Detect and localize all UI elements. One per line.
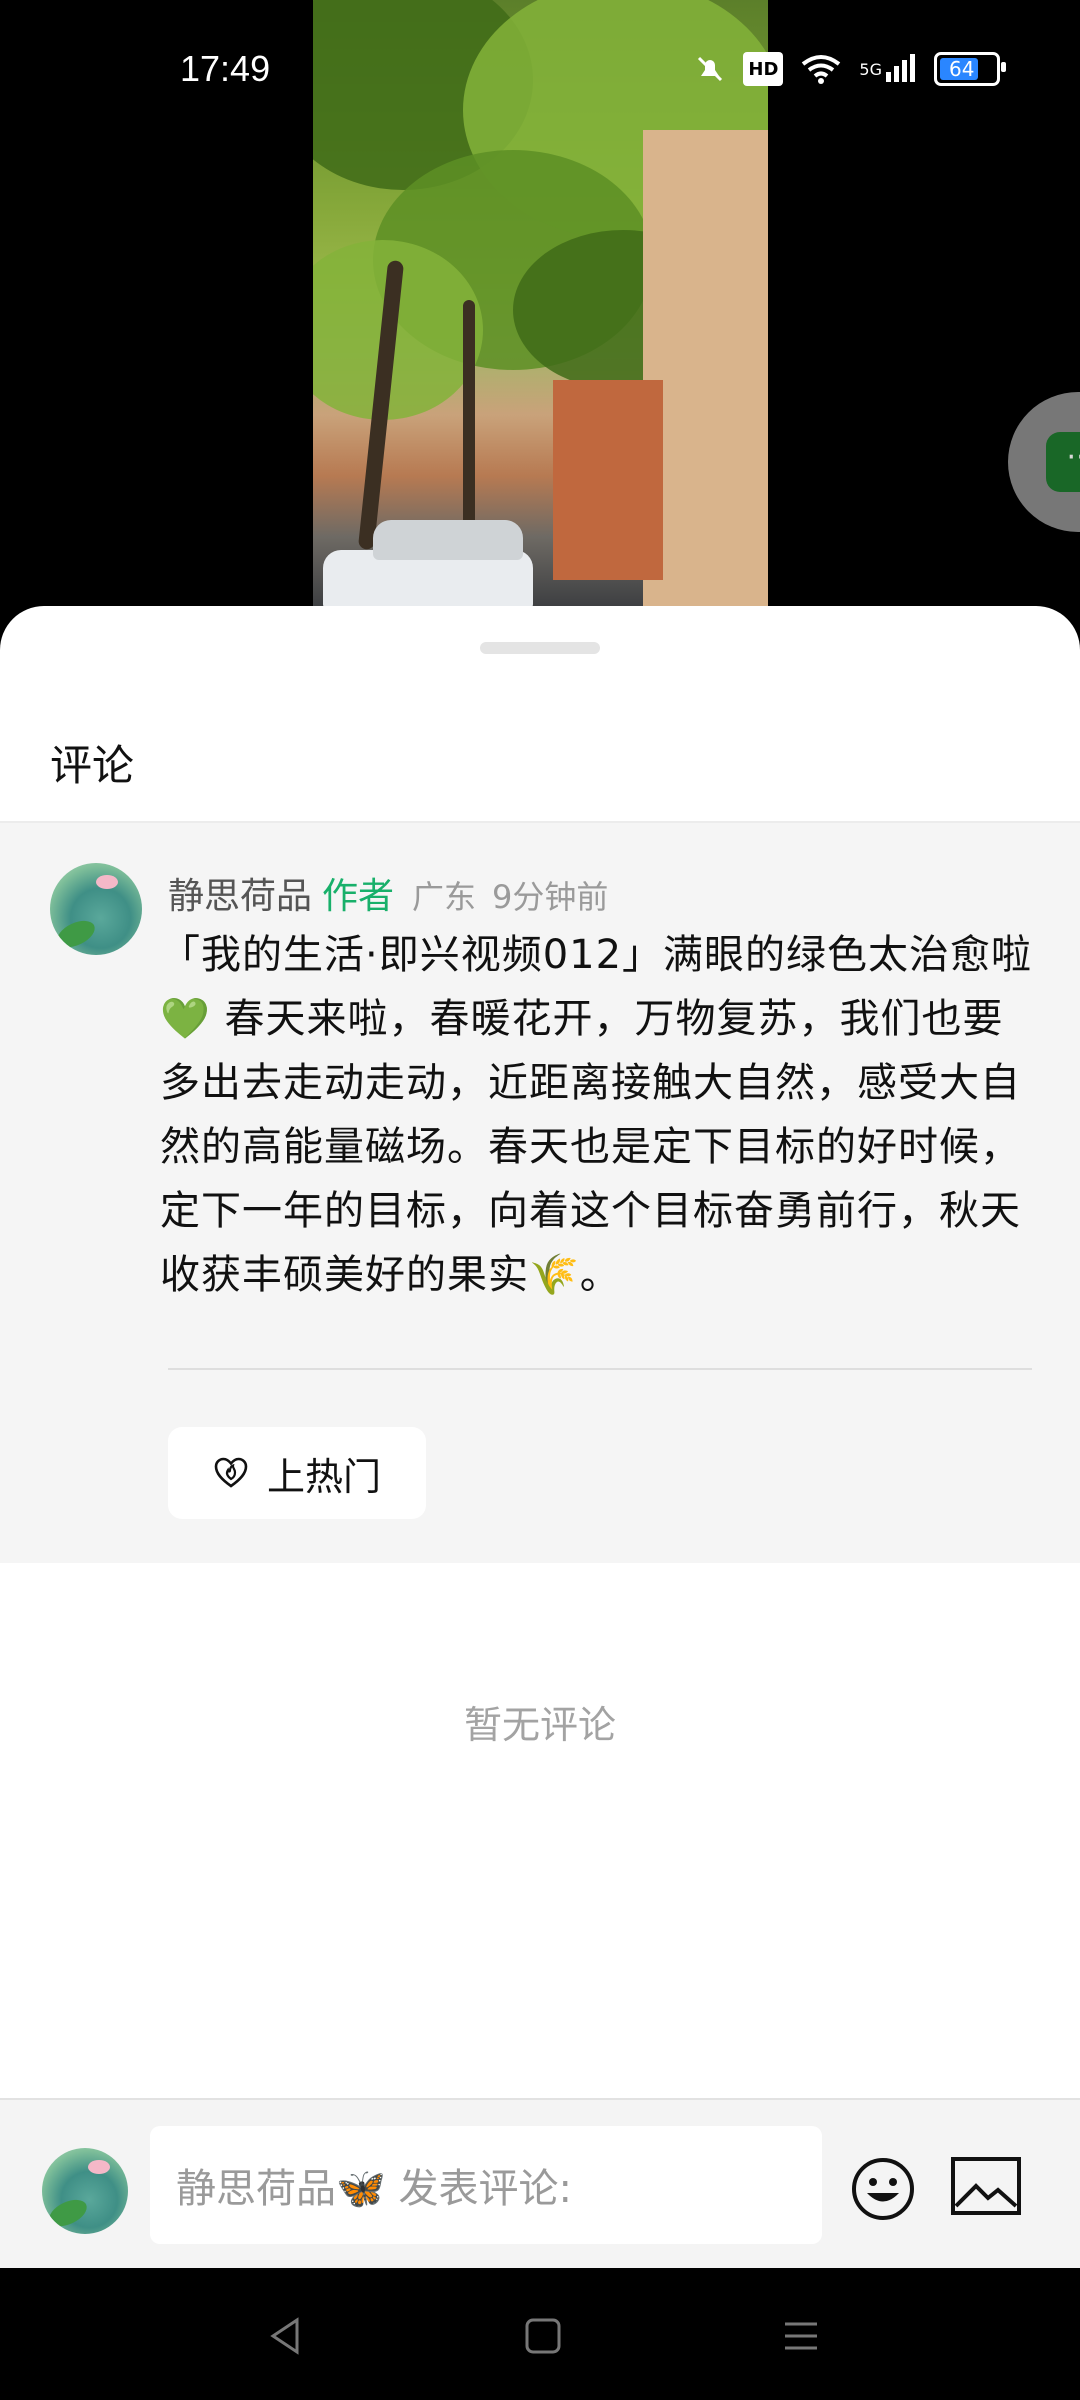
floating-chat-button[interactable]: ·· (1008, 392, 1080, 532)
system-nav-bar (0, 2268, 1080, 2400)
mute-icon (695, 54, 725, 84)
comment-input[interactable]: 静思荷品🦋 发表评论: (150, 2126, 822, 2244)
image-icon[interactable] (950, 2156, 1022, 2216)
battery-icon: 64 (934, 52, 1006, 86)
username[interactable]: 静思荷品 (168, 876, 312, 917)
wifi-icon (801, 54, 841, 84)
comment-sheet: 评论 静思荷品 作者 广东 9分钟前 「我的生活·即兴视频012」满眼的绿色太治愈啦💚… (0, 606, 1080, 2268)
comment-input-placeholder: 静思荷品🦋 发表评论: (176, 2166, 572, 2212)
hd-icon: HD (743, 52, 784, 86)
promote-hot-label: 上热门 (266, 1454, 381, 1499)
divider (168, 1368, 1032, 1370)
post-content: 「我的生活·即兴视频012」满眼的绿色太治愈啦💚 春天来啦，春暖花开，万物复苏，… (160, 932, 1033, 1298)
smiley-icon[interactable] (850, 2156, 916, 2222)
back-triangle-icon[interactable] (265, 2316, 305, 2356)
post-region: 广东 (412, 878, 477, 916)
status-bar: 17:49 HD 5G 64 (0, 0, 1080, 140)
video-player[interactable]: 17:49 HD 5G 64 ·· (0, 0, 1080, 620)
author-badge: 作者 (322, 876, 395, 917)
post-time: 9分钟前 (492, 878, 609, 916)
cellular-signal-icon: 5G (859, 54, 916, 84)
empty-comments-text: 暂无评论 (463, 1703, 616, 1747)
promote-hot-button[interactable]: 上热门 (168, 1427, 426, 1519)
home-square-icon[interactable] (523, 2316, 563, 2356)
avatar[interactable] (42, 2148, 128, 2234)
chat-bubble-icon: ·· (1046, 432, 1080, 492)
avatar[interactable] (50, 863, 142, 955)
heart-flame-icon (214, 1457, 248, 1488)
sheet-title: 评论 (50, 741, 135, 790)
menu-lines-icon[interactable] (781, 2316, 821, 2356)
comment-input-bar: 静思荷品🦋 发表评论: (0, 2098, 1080, 2270)
sheet-drag-handle[interactable] (480, 642, 600, 654)
author-post: 静思荷品 作者 广东 9分钟前 「我的生活·即兴视频012」满眼的绿色太治愈啦💚 春天… (0, 823, 1080, 1563)
battery-level: 64 (949, 57, 975, 81)
post-meta: 静思荷品 作者 广东 9分钟前 (168, 867, 608, 919)
status-time: 17:49 (180, 48, 271, 89)
